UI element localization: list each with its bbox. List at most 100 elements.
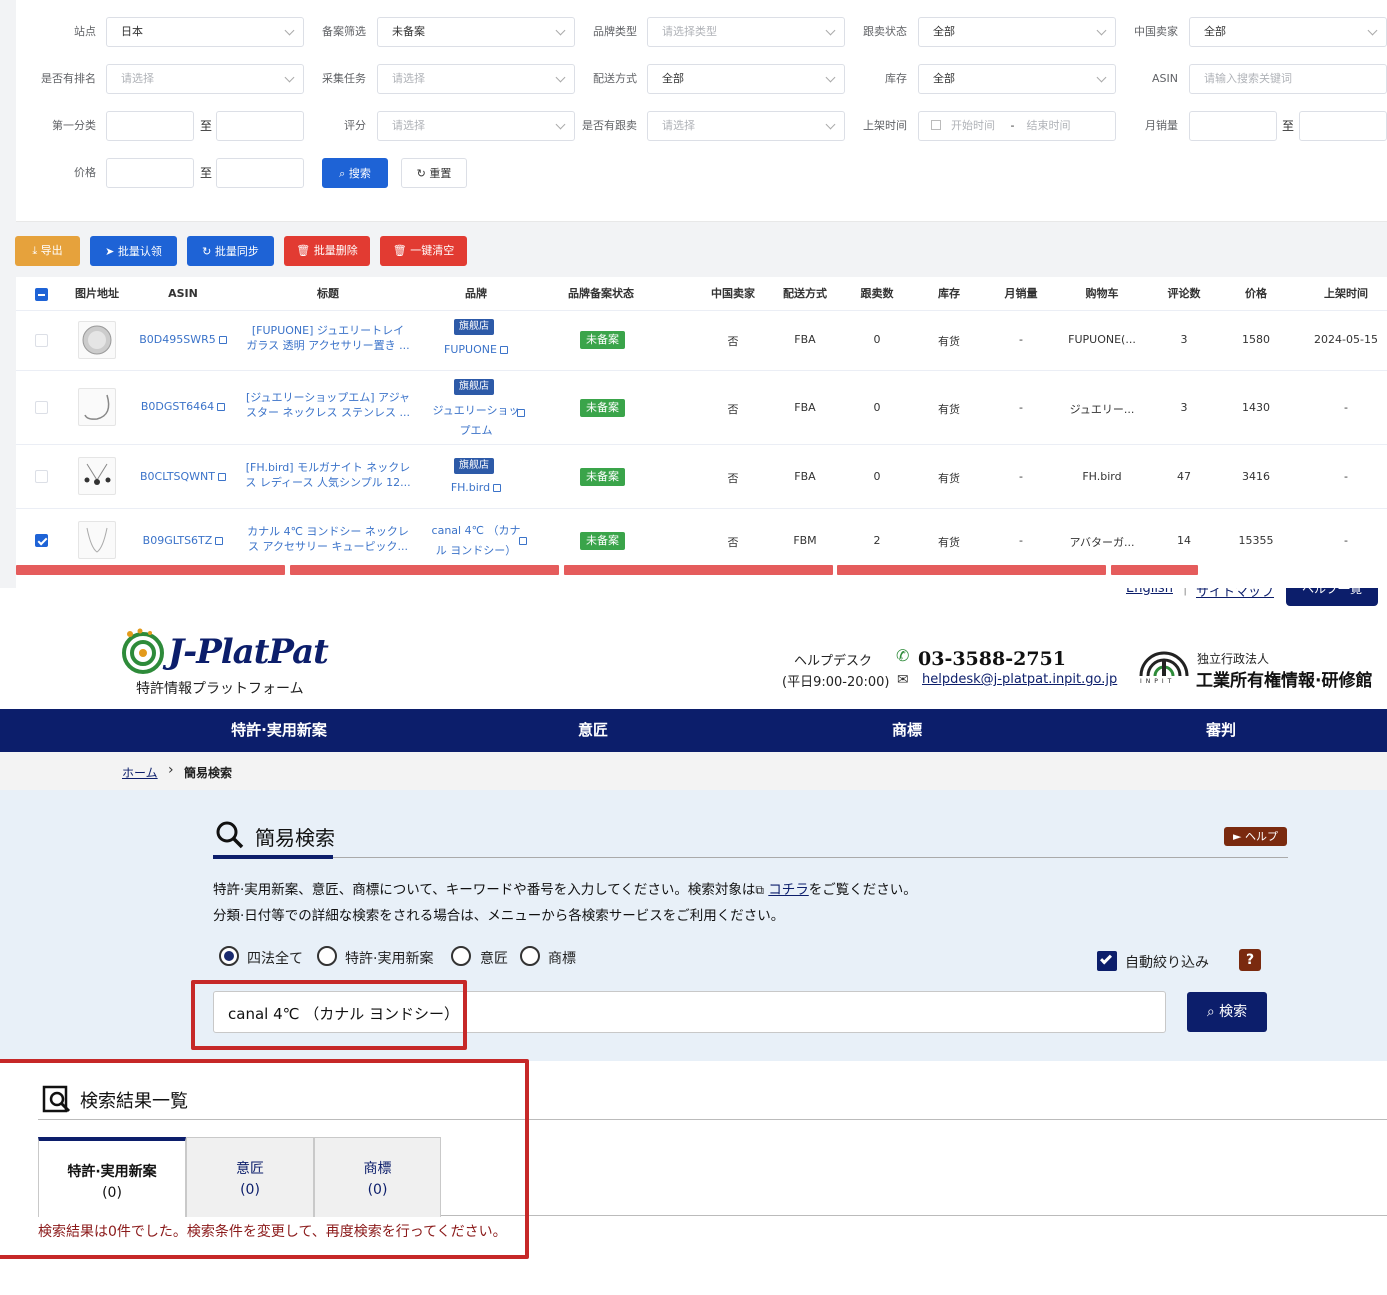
copy-icon[interactable]	[217, 403, 226, 411]
batch-delete-button[interactable]: 🗑 批量删除	[284, 236, 370, 266]
shipping-select[interactable]: 全部	[647, 64, 845, 94]
row-checkbox[interactable]	[35, 401, 48, 414]
copy-icon[interactable]	[499, 346, 508, 354]
filter-label-shipping: 配送方式	[593, 72, 637, 85]
col-cart: 购物车	[1085, 287, 1119, 300]
title-link[interactable]: [FUPUONE] ジュエリートレイ ガラス 透明 アクセサリー置き ...	[238, 323, 418, 353]
brand-text: ジュエリーショッ	[432, 404, 520, 417]
brand-type-select[interactable]: 请选择类型	[647, 17, 845, 47]
copy-icon[interactable]	[218, 473, 227, 481]
range-to-label: 至	[1282, 119, 1295, 133]
follow-status-value: 全部	[933, 25, 955, 38]
nav-patent[interactable]: 特許·実用新案	[159, 709, 399, 752]
record-filter-select[interactable]: 未备案	[377, 17, 575, 47]
help-list-button[interactable]: ヘルプ一覧	[1286, 588, 1378, 606]
cn-seller-select[interactable]: 全部	[1189, 17, 1387, 47]
helpdesk-email-link[interactable]: helpdesk@j-platpat.inpit.go.jp	[922, 672, 1117, 687]
product-thumbnail[interactable]	[78, 457, 116, 495]
asin-link[interactable]: B0D495SWR5	[138, 333, 228, 346]
batch-claim-button[interactable]: ➤ 批量认领	[90, 236, 177, 266]
price-min-input[interactable]	[106, 158, 194, 188]
radio-all-laws[interactable]	[219, 946, 239, 966]
rank-select[interactable]: 请选择	[106, 64, 304, 94]
monthly-min-input[interactable]	[1189, 111, 1277, 141]
help-button-label: ► ヘルプ	[1233, 830, 1278, 843]
copy-icon[interactable]	[218, 336, 227, 344]
category-max-input[interactable]	[216, 111, 304, 141]
table-row[interactable]: B0D495SWR5 [FUPUONE] ジュエリートレイ ガラス 透明 アクセサ…	[16, 311, 1387, 371]
copy-icon[interactable]	[215, 537, 224, 545]
category-min-input[interactable]	[106, 111, 194, 141]
batch-sync-button[interactable]: ↻ 批量同步	[187, 236, 274, 266]
table-row[interactable]: B0DGST6464 [ジュエリーショップエム] アジャ スター ネックレス ステ…	[16, 371, 1387, 445]
helpdesk-phone[interactable]: 03-3588-2751	[918, 648, 1066, 670]
search-button[interactable]: ⌕ 搜索	[322, 158, 388, 188]
brand-link[interactable]: canal 4℃ （カナル ヨンドシー）	[424, 521, 528, 561]
highlight-bar	[1111, 565, 1198, 575]
radio-patent[interactable]	[317, 946, 337, 966]
product-thumbnail[interactable]	[78, 521, 116, 559]
col-price: 价格	[1245, 287, 1267, 300]
site-select[interactable]: 日本	[106, 17, 304, 47]
row-checkbox[interactable]	[35, 334, 48, 347]
select-all-checkbox[interactable]	[35, 288, 48, 301]
follow-status-select[interactable]: 全部	[918, 17, 1116, 47]
radio-trademark[interactable]	[520, 946, 540, 966]
clear-all-button[interactable]: 🗑 一键清空	[380, 236, 467, 266]
jp-search-button[interactable]: ⌕ 検索	[1187, 992, 1267, 1032]
copy-icon[interactable]	[493, 484, 502, 492]
shipping-cell: FBA	[794, 333, 816, 346]
copy-icon[interactable]	[517, 409, 525, 417]
brand-link[interactable]: FH.bird	[426, 481, 526, 494]
clear-all-label: 一键清空	[410, 244, 455, 257]
row-checkbox[interactable]	[35, 470, 48, 483]
asin-search-input[interactable]: 请输入搜索关键词	[1189, 64, 1387, 94]
target-link[interactable]: コチラ	[768, 882, 809, 898]
question-mark: ?	[1245, 952, 1255, 968]
status-badge: 未备案	[580, 532, 625, 550]
brand-link[interactable]: ジュエリーショッ プエム	[424, 401, 528, 441]
row-checkbox[interactable]	[35, 534, 48, 547]
sitemap-link[interactable]: サイトマップ	[1196, 588, 1274, 600]
table-row[interactable]: B09GLTS6TZ カナル 4℃ ヨンドシー ネックレス アクセサリー キュー…	[16, 509, 1387, 573]
monthly-max-input[interactable]	[1299, 111, 1387, 141]
price-max-input[interactable]	[216, 158, 304, 188]
nav-design[interactable]: 意匠	[473, 709, 713, 752]
export-button[interactable]: ⤓ 导出	[15, 236, 80, 266]
nav-trademark[interactable]: 商標	[787, 709, 1027, 752]
stock-select[interactable]: 全部	[918, 64, 1116, 94]
brand-link[interactable]: FUPUONE	[426, 343, 526, 356]
reset-button[interactable]: ↻ 重置	[401, 158, 467, 188]
title-link[interactable]: [FH.bird] モルガナイト ネックレス レディース 人気シンプル 12..…	[238, 460, 418, 490]
product-thumbnail[interactable]	[78, 388, 116, 426]
copy-icon[interactable]	[519, 537, 527, 545]
auto-filter-checkbox[interactable]	[1097, 951, 1117, 971]
org-name[interactable]: 工業所有権情報·研修館	[1196, 666, 1372, 691]
title-divider	[213, 857, 1288, 858]
rating-select[interactable]: 请选择	[377, 111, 575, 141]
english-link[interactable]: English	[1126, 588, 1173, 596]
help-button[interactable]: ► ヘルプ	[1224, 827, 1287, 846]
logo-wordmark[interactable]: J-PlatPat	[168, 632, 329, 672]
table-row[interactable]: B0CLTSQWNT [FH.bird] モルガナイト ネックレス レディース …	[16, 445, 1387, 509]
breadcrumb-home-link[interactable]: ホーム	[122, 764, 158, 781]
nav-appeal[interactable]: 審判	[1101, 709, 1341, 752]
asin-link[interactable]: B0DGST6464	[138, 400, 228, 413]
product-thumbnail[interactable]	[78, 321, 116, 359]
listing-date-range[interactable]: 开始时间 - 结束时间	[918, 111, 1116, 141]
product-image	[84, 463, 111, 485]
check-icon	[1099, 952, 1113, 965]
tabs-baseline	[441, 1215, 1387, 1216]
has-follow-select[interactable]: 请选择	[647, 111, 845, 141]
asin-text: B0DGST6464	[140, 400, 215, 413]
filter-panel: 站点 日本 备案筛选 未备案 品牌类型 请选择类型 跟卖状态 全部 中国卖家 全…	[16, 0, 1387, 222]
title-link[interactable]: [ジュエリーショップエム] アジャ スター ネックレス ステンレス ...	[238, 390, 418, 420]
asin-link[interactable]: B09GLTS6TZ	[138, 534, 228, 547]
task-select[interactable]: 请选择	[377, 64, 575, 94]
description-text: をご覧ください。	[808, 882, 917, 898]
filter-row-2: 是否有排名 请选择 采集任务 请选择 配送方式 全部 库存 全部 ASIN 请输…	[16, 64, 1387, 94]
title-link[interactable]: カナル 4℃ ヨンドシー ネックレス アクセサリー キューピック...	[238, 524, 418, 554]
radio-design[interactable]	[451, 946, 471, 966]
question-help-icon[interactable]: ?	[1239, 949, 1261, 971]
asin-link[interactable]: B0CLTSQWNT	[138, 470, 228, 483]
